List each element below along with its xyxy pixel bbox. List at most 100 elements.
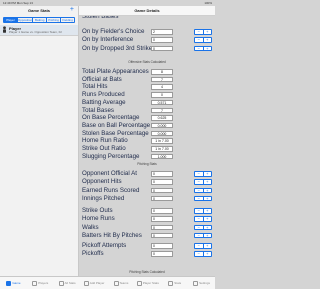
pitching-stats-calculated-header: Pitching Stats Calculated <box>129 270 165 274</box>
segment-batting[interactable]: Batting <box>33 18 48 22</box>
decrement-button[interactable]: − <box>195 217 204 221</box>
tab-label: Game <box>12 281 21 285</box>
segment-pitching[interactable]: Pitching <box>47 18 62 22</box>
player-icon <box>3 26 6 33</box>
stat-row-earned-runs-scored: Earned Runs Scored 0 − + <box>79 187 215 195</box>
increment-button[interactable]: + <box>204 30 212 34</box>
stat-label: Strike Outs <box>82 207 113 214</box>
stat-label: Walks <box>82 223 99 231</box>
segment-fielding[interactable]: Fielding <box>61 18 74 22</box>
increment-button[interactable]: + <box>204 225 212 230</box>
decrement-button[interactable]: − <box>195 225 204 230</box>
increment-button[interactable]: + <box>204 252 212 256</box>
stat-stepper[interactable]: − + <box>194 232 212 239</box>
increment-button[interactable]: + <box>204 172 212 176</box>
increment-button[interactable]: + <box>204 244 212 248</box>
stat-label: Earned Runs Scored <box>82 186 140 194</box>
stat-value-field[interactable]: 0 <box>151 187 173 194</box>
stat-value-field[interactable]: 0 <box>151 179 173 185</box>
stat-value-field: 7 <box>151 76 173 83</box>
detail-title: Game Details <box>134 8 160 13</box>
segment-opposition[interactable]: Opposition <box>18 18 34 22</box>
tab-add-player[interactable]: Add Player <box>81 277 108 289</box>
stat-value-field[interactable]: 0 <box>151 224 173 231</box>
stat-stepper[interactable]: − + <box>194 208 212 214</box>
increment-button[interactable]: + <box>204 197 212 201</box>
decrement-button[interactable]: − <box>195 252 204 256</box>
decrement-button[interactable]: − <box>195 46 204 51</box>
decrement-button[interactable]: − <box>195 209 204 213</box>
stat-value-field[interactable]: 0 <box>151 208 173 214</box>
tab-label: Players <box>38 281 49 285</box>
increment-button[interactable]: + <box>204 234 212 238</box>
increment-button[interactable]: + <box>204 188 212 193</box>
stat-row-on-by-dropped-3rd-strike: On by Dropped 3rd Strike 0 − + <box>79 45 215 53</box>
sidebar-title: Game Stats <box>27 8 50 13</box>
tab-bar: Game Players All Stats Add Player Teams Playe… <box>0 276 215 289</box>
stat-row-pickoffs: Pickoffs 0 − + <box>79 250 215 258</box>
decrement-button[interactable]: − <box>195 244 204 248</box>
stat-row-strike-outs: Strike Outs 0 − + <box>79 207 215 215</box>
stat-stepper[interactable]: − + <box>194 195 212 202</box>
stat-value-field: 1.000 <box>151 153 173 160</box>
stat-value-field[interactable]: 0 <box>151 216 173 222</box>
stat-stepper[interactable]: − + <box>194 179 212 185</box>
stat-stepper[interactable]: − + <box>194 29 212 35</box>
stat-value-field[interactable]: 2 <box>151 29 173 35</box>
increment-button[interactable]: + <box>204 209 212 213</box>
stat-value-field[interactable]: 0 <box>151 195 173 202</box>
stat-value-field[interactable]: 0 <box>151 37 173 43</box>
stat-value-field[interactable]: 0 <box>151 251 173 257</box>
increment-button[interactable]: + <box>204 180 212 184</box>
stat-value-field: 0.000 <box>151 130 173 137</box>
stat-label: Home Runs <box>82 215 115 223</box>
sidebar-nav-bar: Game Stats + <box>0 6 78 15</box>
segment-player[interactable]: Player <box>4 18 18 22</box>
stat-stepper[interactable]: − + <box>194 216 212 222</box>
tab-player-stats[interactable]: Player Stats <box>134 277 161 289</box>
stat-label: Innings Pitched <box>82 194 125 202</box>
increment-button[interactable]: + <box>204 217 212 221</box>
decrement-button[interactable]: − <box>195 30 204 34</box>
tab-label: Player Stats <box>142 281 159 285</box>
increment-button[interactable]: + <box>204 38 212 42</box>
stat-stepper[interactable]: − + <box>194 187 212 194</box>
increment-button[interactable]: + <box>204 46 212 51</box>
stat-row-opponent-official-at: Opponent Official At 0 − + <box>79 170 215 178</box>
add-game-button[interactable]: + <box>70 6 74 14</box>
tab-teams[interactable]: Teams <box>108 277 135 289</box>
stat-value-field: 1 in 7.00 <box>151 138 173 144</box>
stat-row-on-by-fielder-s-choice: On by Fielder's Choice 2 − + <box>79 28 215 36</box>
decrement-button[interactable]: − <box>195 172 204 176</box>
decrement-button[interactable]: − <box>195 234 204 238</box>
player-list-item[interactable]: Player Player 1 Game vs. Opposition Team… <box>0 25 78 36</box>
stat-stepper[interactable]: − + <box>194 251 212 257</box>
stat-stepper[interactable]: − + <box>194 37 212 43</box>
tab-all-stats[interactable]: All Stats <box>54 277 81 289</box>
segment-control: Player Opposition Batting Pitching Fielding <box>3 17 75 23</box>
teams-icon <box>113 280 119 286</box>
decrement-button[interactable]: − <box>195 38 204 42</box>
stat-stepper[interactable]: − + <box>194 243 212 249</box>
decrement-button[interactable]: − <box>195 197 204 201</box>
stat-value-field[interactable]: 0 <box>151 232 173 239</box>
tab-game[interactable]: Game <box>0 277 27 289</box>
stat-value-field[interactable]: 0 <box>151 171 173 177</box>
stat-value-field: 0.625 <box>151 115 173 121</box>
stat-row-pickoff-attempts: Pickoff Attempts 0 − + <box>79 242 215 250</box>
stat-value-field[interactable]: 0 <box>151 243 173 249</box>
stat-stepper[interactable]: − + <box>194 224 212 231</box>
stat-value-field: 8 <box>151 69 173 75</box>
tab-players[interactable]: Players <box>27 277 54 289</box>
stat-stepper[interactable]: − + <box>194 171 212 177</box>
decrement-button[interactable]: − <box>195 180 204 184</box>
decrement-button[interactable]: − <box>195 188 204 193</box>
stat-row-innings-pitched: Innings Pitched 0 − + <box>79 195 215 203</box>
status-time: 12:49 PM Mon Sep 13 <box>3 1 33 5</box>
stat-stepper[interactable]: − + <box>194 45 212 52</box>
stat-value-field[interactable]: 0 <box>151 45 173 52</box>
tab-settings[interactable]: Settings <box>188 277 215 289</box>
tab-stats[interactable]: Stats <box>161 277 188 289</box>
stat-value-field: 4 <box>151 84 173 90</box>
tab-label: Settings <box>199 281 210 285</box>
